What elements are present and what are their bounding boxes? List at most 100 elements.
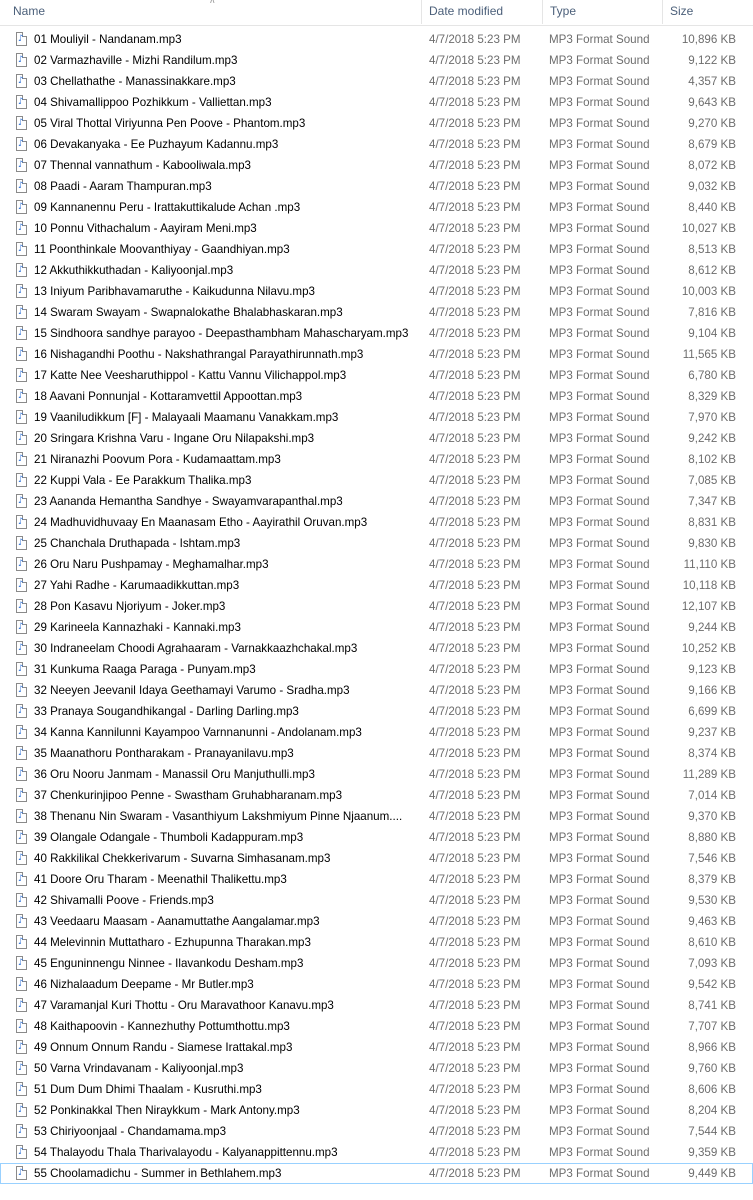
file-row[interactable]: 10 Ponnu Vithachalum - Aayiram Meni.mp3 4… xyxy=(0,218,753,239)
file-row[interactable]: 41 Doore Oru Tharam - Meenathil Thaliket… xyxy=(0,869,753,890)
column-header-size[interactable]: Size xyxy=(665,0,753,25)
file-row[interactable]: 54 Thalayodu Thala Tharivalayodu - Kalya… xyxy=(0,1142,753,1163)
file-date-modified: 4/7/2018 5:23 PM xyxy=(429,768,521,781)
file-row[interactable]: 19 Vaaniludikkum [F] - Malayaali Maamanu… xyxy=(0,407,753,428)
file-date-modified: 4/7/2018 5:23 PM xyxy=(429,558,521,571)
file-type: MP3 Format Sound xyxy=(549,390,650,403)
music-file-icon xyxy=(16,32,27,46)
file-type: MP3 Format Sound xyxy=(549,138,650,151)
file-row[interactable]: 21 Niranazhi Poovum Pora - Kudamaattam.m… xyxy=(0,449,753,470)
file-name: 30 Indraneelam Choodi Agrahaaram - Varna… xyxy=(34,642,358,655)
file-size: 9,237 KB xyxy=(688,726,736,739)
file-name: 49 Onnum Onnum Randu - Siamese Irattakal… xyxy=(34,1041,293,1054)
file-row[interactable]: 24 Madhuvidhuvaay En Maanasam Etho - Aay… xyxy=(0,512,753,533)
music-file-icon xyxy=(16,1040,27,1054)
file-size: 8,204 KB xyxy=(688,1104,736,1117)
file-row[interactable]: 04 Shivamallippoo Pozhikkum - Valliettan… xyxy=(0,92,753,113)
file-row[interactable]: 49 Onnum Onnum Randu - Siamese Irattakal… xyxy=(0,1037,753,1058)
file-row[interactable]: 01 Mouliyil - Nandanam.mp3 4/7/2018 5:23 … xyxy=(0,29,753,50)
file-date-modified: 4/7/2018 5:23 PM xyxy=(429,789,521,802)
file-row[interactable]: 53 Chiriyoonjaal - Chandamama.mp3 4/7/201… xyxy=(0,1121,753,1142)
file-row[interactable]: 18 Aavani Ponnunjal - Kottaramvettil App… xyxy=(0,386,753,407)
file-row[interactable]: 29 Karineela Kannazhaki - Kannaki.mp3 4/7… xyxy=(0,617,753,638)
file-row[interactable]: 27 Yahi Radhe - Karumaadikkuttan.mp3 4/7/… xyxy=(0,575,753,596)
file-row[interactable]: 50 Varna Vrindavanam - Kaliyoonjal.mp3 4/… xyxy=(0,1058,753,1079)
file-size: 9,643 KB xyxy=(688,96,736,109)
file-row[interactable]: 26 Oru Naru Pushpamay - Meghamalhar.mp3 4… xyxy=(0,554,753,575)
file-row[interactable]: 51 Dum Dum Dhimi Thaalam - Kusruthi.mp3 4… xyxy=(0,1079,753,1100)
file-explorer-details-view: ∧ Name Date modified Type Size 01 Mouliy… xyxy=(0,0,753,1200)
column-header-date-modified[interactable]: Date modified xyxy=(424,0,541,25)
file-name: 33 Pranaya Sougandhikangal - Darling Dar… xyxy=(34,705,299,718)
file-row[interactable]: 33 Pranaya Sougandhikangal - Darling Dar… xyxy=(0,701,753,722)
file-row[interactable]: 17 Katte Nee Veesharuthippol - Kattu Van… xyxy=(0,365,753,386)
file-row[interactable]: 52 Ponkinakkal Then Niraykkum - Mark Ant… xyxy=(0,1100,753,1121)
file-size: 8,072 KB xyxy=(688,159,736,172)
file-row[interactable]: 40 Rakkilikal Chekkerivarum - Suvarna Si… xyxy=(0,848,753,869)
file-row[interactable]: 28 Pon Kasavu Njoriyum - Joker.mp3 4/7/20… xyxy=(0,596,753,617)
file-row[interactable]: 06 Devakanyaka - Ee Puzhayum Kadannu.mp3… xyxy=(0,134,753,155)
file-row[interactable]: 03 Chellathathe - Manassinakkare.mp3 4/7/… xyxy=(0,71,753,92)
file-type: MP3 Format Sound xyxy=(549,96,650,109)
file-row[interactable]: 15 Sindhoora sandhye parayoo - Deepastha… xyxy=(0,323,753,344)
file-size: 9,370 KB xyxy=(688,810,736,823)
file-name: 54 Thalayodu Thala Tharivalayodu - Kalya… xyxy=(34,1146,338,1159)
file-row[interactable]: 12 Akkuthikkuthadan - Kaliyoonjal.mp3 4/7… xyxy=(0,260,753,281)
file-row[interactable]: 45 Enguninnengu Ninnee - Ilavankodu Desh… xyxy=(0,953,753,974)
file-date-modified: 4/7/2018 5:23 PM xyxy=(429,999,521,1012)
file-row[interactable]: 36 Oru Nooru Janmam - Manassil Oru Manju… xyxy=(0,764,753,785)
music-file-icon xyxy=(16,557,27,571)
file-row[interactable]: 09 Kannanennu Peru - Irattakuttikalude A… xyxy=(0,197,753,218)
file-row[interactable]: 23 Aananda Hemantha Sandhye - Swayamvara… xyxy=(0,491,753,512)
file-row[interactable]: 20 Sringara Krishna Varu - Ingane Oru Ni… xyxy=(0,428,753,449)
file-size: 8,606 KB xyxy=(688,1083,736,1096)
file-row[interactable]: 07 Thennal vannathum - Kabooliwala.mp3 4/… xyxy=(0,155,753,176)
column-header-name[interactable]: Name xyxy=(8,0,420,25)
file-row[interactable]: 42 Shivamalli Poove - Friends.mp3 4/7/201… xyxy=(0,890,753,911)
file-row[interactable]: 46 Nizhalaadum Deepame - Mr Butler.mp3 4/… xyxy=(0,974,753,995)
file-row[interactable]: 08 Paadi - Aaram Thampuran.mp3 4/7/2018 5… xyxy=(0,176,753,197)
file-row[interactable]: 22 Kuppi Vala - Ee Parakkum Thalika.mp3 4… xyxy=(0,470,753,491)
file-row[interactable]: 44 Melevinnin Muttatharo - Ezhupunna Tha… xyxy=(0,932,753,953)
file-type: MP3 Format Sound xyxy=(549,474,650,487)
file-row[interactable]: 34 Kanna Kannilunni Kayampoo Varnnanunni… xyxy=(0,722,753,743)
file-row[interactable]: 43 Veedaaru Maasam - Aanamuttathe Aangal… xyxy=(0,911,753,932)
file-row[interactable]: 14 Swaram Swayam - Swapnalokathe Bhalabh… xyxy=(0,302,753,323)
file-row[interactable]: 47 Varamanjal Kuri Thottu - Oru Maravath… xyxy=(0,995,753,1016)
file-row[interactable]: 02 Varmazhaville - Mizhi Randilum.mp3 4/7… xyxy=(0,50,753,71)
music-file-icon xyxy=(16,935,27,949)
column-header-type[interactable]: Type xyxy=(545,0,661,25)
music-file-icon xyxy=(16,431,27,445)
file-row[interactable]: 38 Thenanu Nin Swaram - Vasanthiyum Laks… xyxy=(0,806,753,827)
music-file-icon xyxy=(16,893,27,907)
file-row[interactable]: 31 Kunkuma Raaga Paraga - Punyam.mp3 4/7/… xyxy=(0,659,753,680)
file-row[interactable]: 32 Neeyen Jeevanil Idaya Geethamayi Varu… xyxy=(0,680,753,701)
file-date-modified: 4/7/2018 5:23 PM xyxy=(429,75,521,88)
file-row[interactable]: 11 Poonthinkale Moovanthiyay - Gaandhiya… xyxy=(0,239,753,260)
file-size: 8,513 KB xyxy=(688,243,736,256)
file-row[interactable]: 13 Iniyum Paribhavamaruthe - Kaikudunna … xyxy=(0,281,753,302)
file-date-modified: 4/7/2018 5:23 PM xyxy=(429,159,521,172)
file-type: MP3 Format Sound xyxy=(549,75,650,88)
file-name: 27 Yahi Radhe - Karumaadikkuttan.mp3 xyxy=(34,579,240,592)
file-name: 36 Oru Nooru Janmam - Manassil Oru Manju… xyxy=(34,768,315,781)
file-row[interactable]: 30 Indraneelam Choodi Agrahaaram - Varna… xyxy=(0,638,753,659)
column-divider[interactable] xyxy=(421,0,422,24)
music-file-icon xyxy=(16,1019,27,1033)
file-name: 14 Swaram Swayam - Swapnalokathe Bhalabh… xyxy=(34,306,343,319)
column-divider[interactable] xyxy=(662,0,663,24)
column-divider[interactable] xyxy=(542,0,543,24)
music-file-icon xyxy=(16,1166,27,1180)
file-name: 43 Veedaaru Maasam - Aanamuttathe Aangal… xyxy=(34,915,320,928)
file-type: MP3 Format Sound xyxy=(549,264,650,277)
file-row[interactable]: 48 Kaithapoovin - Kannezhuthy Pottumthot… xyxy=(0,1016,753,1037)
file-row[interactable]: 39 Olangale Odangale - Thumboli Kadappur… xyxy=(0,827,753,848)
file-row[interactable]: 55 Choolamadichu - Summer in Bethlahem.m… xyxy=(0,1163,753,1184)
file-row[interactable]: 05 Viral Thottal Viriyunna Pen Poove - P… xyxy=(0,113,753,134)
file-row[interactable]: 37 Chenkurinjipoo Penne - Swastham Gruha… xyxy=(0,785,753,806)
file-row[interactable]: 35 Maanathoru Pontharakam - Pranayanilav… xyxy=(0,743,753,764)
file-row[interactable]: 16 Nishagandhi Poothu - Nakshathrangal P… xyxy=(0,344,753,365)
file-date-modified: 4/7/2018 5:23 PM xyxy=(429,285,521,298)
file-size: 9,359 KB xyxy=(688,1146,736,1159)
file-row[interactable]: 25 Chanchala Druthapada - Ishtam.mp3 4/7/… xyxy=(0,533,753,554)
